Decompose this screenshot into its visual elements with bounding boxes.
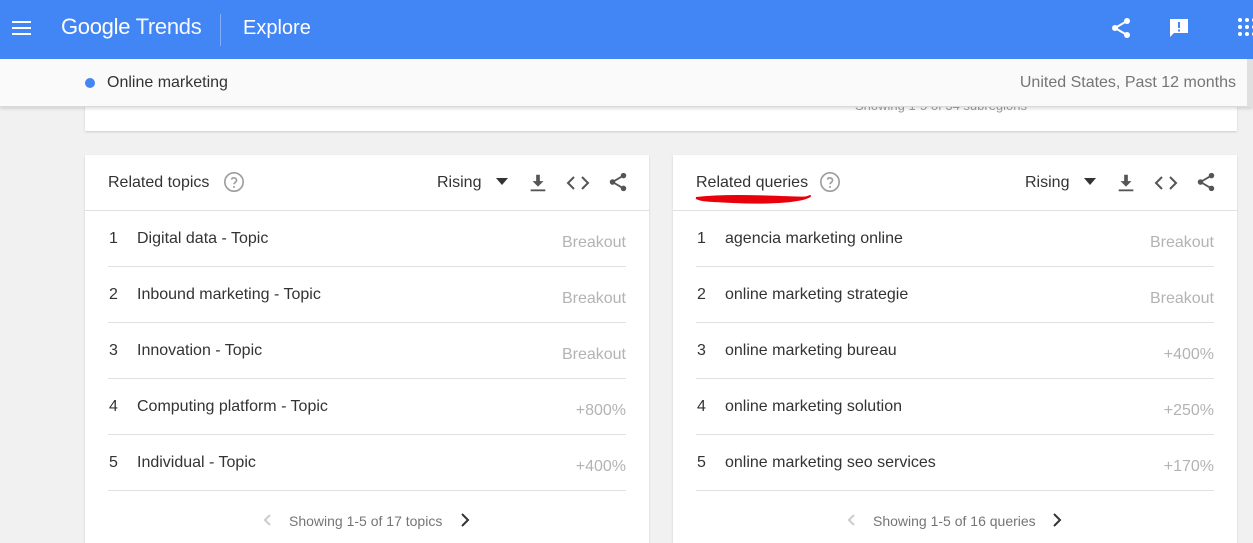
menu-icon[interactable]: [10, 16, 34, 40]
row-value: Breakout: [1149, 290, 1214, 307]
table-row[interactable]: 5 online marketing seo services +170%: [696, 435, 1214, 491]
row-label: Individual - Topic: [137, 454, 256, 471]
download-icon[interactable]: [1115, 172, 1137, 194]
row-rank: 1: [697, 230, 706, 247]
apps-grid-icon[interactable]: [1236, 16, 1253, 40]
row-label: Digital data - Topic: [137, 230, 269, 247]
region-time-filter[interactable]: United States, Past 12 months: [1020, 74, 1236, 92]
caret-down-icon[interactable]: [1084, 178, 1096, 186]
chevron-left-icon: [847, 514, 855, 526]
row-rank: 3: [109, 342, 118, 359]
table-row[interactable]: 2 online marketing strategie Breakout: [696, 267, 1214, 323]
row-label: online marketing strategie: [725, 286, 909, 303]
row-label: online marketing seo services: [725, 454, 936, 471]
chevron-left-icon: [263, 514, 271, 526]
table-row[interactable]: 3 online marketing bureau +400%: [696, 323, 1214, 379]
share-icon[interactable]: [1195, 171, 1217, 193]
row-rank: 2: [697, 286, 706, 303]
row-label: Inbound marketing - Topic: [137, 286, 321, 303]
row-value: +400%: [1163, 346, 1214, 363]
row-rank: 5: [109, 454, 118, 471]
search-term-bar: Online marketing United States, Past 12 …: [0, 59, 1253, 107]
row-rank: 1: [109, 230, 118, 247]
row-rank: 5: [697, 454, 706, 471]
row-value: +400%: [575, 458, 626, 475]
red-annotation-underline: [695, 195, 811, 204]
chevron-right-icon[interactable]: [457, 512, 473, 528]
search-term[interactable]: Online marketing: [107, 74, 228, 92]
row-rank: 4: [697, 398, 706, 415]
scrollbar[interactable]: [1247, 59, 1253, 107]
term-color-dot: [85, 78, 95, 88]
google-trends-logo[interactable]: Google Trends: [61, 14, 202, 40]
row-label: agencia marketing online: [725, 230, 903, 247]
help-icon[interactable]: [819, 171, 841, 193]
card-title: Related topics: [108, 174, 210, 191]
table-row[interactable]: 4 online marketing solution +250%: [696, 379, 1214, 435]
row-value: +800%: [575, 402, 626, 419]
share-icon[interactable]: [607, 171, 629, 193]
table-row[interactable]: 5 Individual - Topic +400%: [108, 435, 626, 491]
related-queries-card: Related queries Rising 1 agencia marketi…: [673, 155, 1237, 543]
card-header: Related topics Rising: [85, 155, 649, 211]
download-icon[interactable]: [527, 172, 549, 194]
row-value: Breakout: [561, 290, 626, 307]
help-icon[interactable]: [223, 171, 245, 193]
table-row[interactable]: 1 agencia marketing online Breakout: [696, 211, 1214, 267]
logo-google-text: Google: [61, 14, 131, 39]
table-row[interactable]: 3 Innovation - Topic Breakout: [108, 323, 626, 379]
share-icon[interactable]: [1109, 16, 1133, 40]
card-header: Related queries Rising: [673, 155, 1237, 211]
pagination: Showing 1-5 of 17 topics: [85, 511, 649, 541]
embed-code-icon[interactable]: [1154, 172, 1178, 194]
top-app-bar: Google Trends Explore: [0, 0, 1253, 59]
row-rank: 2: [109, 286, 118, 303]
row-value: Breakout: [1149, 234, 1214, 251]
related-topics-card: Related topics Rising 1 Digital data - T…: [85, 155, 649, 543]
row-label: Innovation - Topic: [137, 342, 263, 359]
pager-text: Showing 1-5 of 16 queries: [873, 513, 1036, 529]
row-label: online marketing solution: [725, 398, 902, 415]
row-rank: 3: [697, 342, 706, 359]
row-label: online marketing bureau: [725, 342, 897, 359]
row-value: +170%: [1163, 458, 1214, 475]
row-label: Computing platform - Topic: [137, 398, 328, 415]
logo-trends-text: Trends: [135, 14, 202, 39]
embed-code-icon[interactable]: [566, 172, 590, 194]
table-row[interactable]: 1 Digital data - Topic Breakout: [108, 211, 626, 267]
sort-dropdown[interactable]: Rising: [437, 174, 481, 192]
row-rank: 4: [109, 398, 118, 415]
feedback-icon[interactable]: [1167, 16, 1191, 40]
row-value: +250%: [1163, 402, 1214, 419]
sort-dropdown[interactable]: Rising: [1025, 174, 1069, 192]
card-title: Related queries: [696, 174, 809, 191]
row-value: Breakout: [561, 346, 626, 363]
row-value: Breakout: [561, 234, 626, 251]
pager-text: Showing 1-5 of 17 topics: [289, 513, 443, 529]
header-divider: [220, 14, 221, 46]
page-title: Explore: [243, 17, 311, 39]
table-row[interactable]: 2 Inbound marketing - Topic Breakout: [108, 267, 626, 323]
chevron-right-icon[interactable]: [1049, 512, 1065, 528]
pagination: Showing 1-5 of 16 queries: [673, 511, 1237, 541]
caret-down-icon[interactable]: [496, 178, 508, 186]
table-row[interactable]: 4 Computing platform - Topic +800%: [108, 379, 626, 435]
